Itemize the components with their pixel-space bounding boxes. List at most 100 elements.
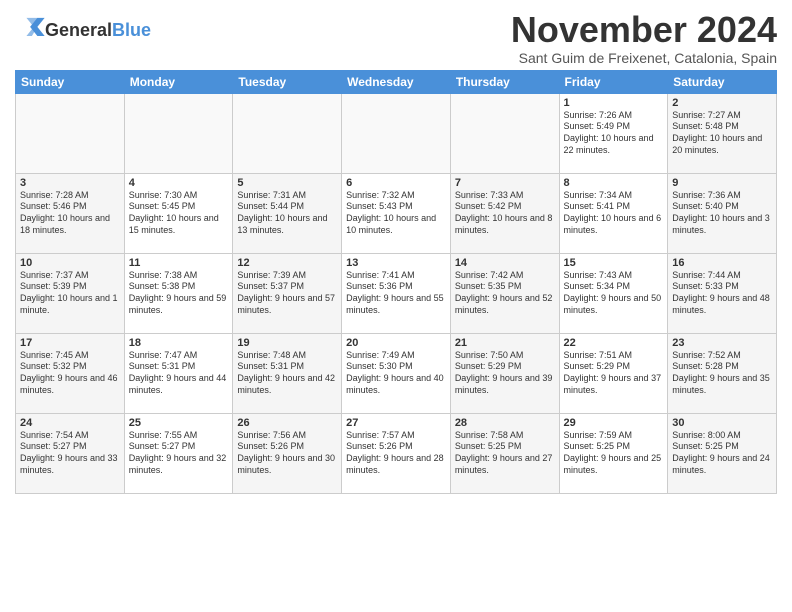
- day-number: 15: [564, 257, 664, 269]
- calendar-week-4: 24Sunrise: 7:54 AM Sunset: 5:27 PM Dayli…: [16, 413, 777, 493]
- day-number: 2: [672, 97, 772, 109]
- day-info: Sunrise: 7:56 AM Sunset: 5:26 PM Dayligh…: [237, 430, 337, 477]
- calendar-cell: 28Sunrise: 7:58 AM Sunset: 5:25 PM Dayli…: [450, 413, 559, 493]
- day-info: Sunrise: 7:30 AM Sunset: 5:45 PM Dayligh…: [129, 190, 229, 237]
- day-info: Sunrise: 7:47 AM Sunset: 5:31 PM Dayligh…: [129, 350, 229, 397]
- calendar-cell: 30Sunrise: 8:00 AM Sunset: 5:25 PM Dayli…: [668, 413, 777, 493]
- calendar-cell: 24Sunrise: 7:54 AM Sunset: 5:27 PM Dayli…: [16, 413, 125, 493]
- logo-icon: [17, 16, 45, 36]
- day-number: 4: [129, 177, 229, 189]
- day-info: Sunrise: 7:36 AM Sunset: 5:40 PM Dayligh…: [672, 190, 772, 237]
- day-number: 22: [564, 337, 664, 349]
- day-info: Sunrise: 7:37 AM Sunset: 5:39 PM Dayligh…: [20, 270, 120, 317]
- day-info: Sunrise: 7:50 AM Sunset: 5:29 PM Dayligh…: [455, 350, 555, 397]
- day-info: Sunrise: 7:43 AM Sunset: 5:34 PM Dayligh…: [564, 270, 664, 317]
- day-info: Sunrise: 7:51 AM Sunset: 5:29 PM Dayligh…: [564, 350, 664, 397]
- calendar-cell: [450, 93, 559, 173]
- calendar-cell: 21Sunrise: 7:50 AM Sunset: 5:29 PM Dayli…: [450, 333, 559, 413]
- day-info: Sunrise: 8:00 AM Sunset: 5:25 PM Dayligh…: [672, 430, 772, 477]
- day-number: 11: [129, 257, 229, 269]
- day-number: 30: [672, 417, 772, 429]
- calendar-cell: 9Sunrise: 7:36 AM Sunset: 5:40 PM Daylig…: [668, 173, 777, 253]
- calendar-header-row: SundayMondayTuesdayWednesdayThursdayFrid…: [16, 70, 777, 93]
- day-info: Sunrise: 7:28 AM Sunset: 5:46 PM Dayligh…: [20, 190, 120, 237]
- day-number: 13: [346, 257, 446, 269]
- day-info: Sunrise: 7:27 AM Sunset: 5:48 PM Dayligh…: [672, 110, 772, 157]
- header-sunday: Sunday: [16, 70, 125, 93]
- day-info: Sunrise: 7:26 AM Sunset: 5:49 PM Dayligh…: [564, 110, 664, 157]
- day-number: 9: [672, 177, 772, 189]
- day-number: 18: [129, 337, 229, 349]
- calendar-cell: 4Sunrise: 7:30 AM Sunset: 5:45 PM Daylig…: [124, 173, 233, 253]
- day-number: 28: [455, 417, 555, 429]
- day-number: 16: [672, 257, 772, 269]
- day-number: 26: [237, 417, 337, 429]
- day-number: 1: [564, 97, 664, 109]
- header-monday: Monday: [124, 70, 233, 93]
- day-number: 21: [455, 337, 555, 349]
- day-number: 12: [237, 257, 337, 269]
- calendar-cell: 16Sunrise: 7:44 AM Sunset: 5:33 PM Dayli…: [668, 253, 777, 333]
- calendar-cell: 22Sunrise: 7:51 AM Sunset: 5:29 PM Dayli…: [559, 333, 668, 413]
- calendar-cell: 26Sunrise: 7:56 AM Sunset: 5:26 PM Dayli…: [233, 413, 342, 493]
- day-number: 25: [129, 417, 229, 429]
- header-friday: Friday: [559, 70, 668, 93]
- calendar-cell: 20Sunrise: 7:49 AM Sunset: 5:30 PM Dayli…: [342, 333, 451, 413]
- month-title: November 2024: [511, 10, 777, 50]
- day-number: 3: [20, 177, 120, 189]
- day-info: Sunrise: 7:31 AM Sunset: 5:44 PM Dayligh…: [237, 190, 337, 237]
- title-area: November 2024 Sant Guim de Freixenet, Ca…: [511, 10, 777, 66]
- calendar-cell: 7Sunrise: 7:33 AM Sunset: 5:42 PM Daylig…: [450, 173, 559, 253]
- calendar-cell: 17Sunrise: 7:45 AM Sunset: 5:32 PM Dayli…: [16, 333, 125, 413]
- calendar-cell: 19Sunrise: 7:48 AM Sunset: 5:31 PM Dayli…: [233, 333, 342, 413]
- day-info: Sunrise: 7:39 AM Sunset: 5:37 PM Dayligh…: [237, 270, 337, 317]
- calendar-week-2: 10Sunrise: 7:37 AM Sunset: 5:39 PM Dayli…: [16, 253, 777, 333]
- calendar-cell: 13Sunrise: 7:41 AM Sunset: 5:36 PM Dayli…: [342, 253, 451, 333]
- day-info: Sunrise: 7:44 AM Sunset: 5:33 PM Dayligh…: [672, 270, 772, 317]
- header: GeneralBlue November 2024 Sant Guim de F…: [15, 10, 777, 66]
- location-title: Sant Guim de Freixenet, Catalonia, Spain: [511, 50, 777, 66]
- calendar-week-1: 3Sunrise: 7:28 AM Sunset: 5:46 PM Daylig…: [16, 173, 777, 253]
- calendar-cell: 18Sunrise: 7:47 AM Sunset: 5:31 PM Dayli…: [124, 333, 233, 413]
- calendar-week-3: 17Sunrise: 7:45 AM Sunset: 5:32 PM Dayli…: [16, 333, 777, 413]
- calendar-cell: 6Sunrise: 7:32 AM Sunset: 5:43 PM Daylig…: [342, 173, 451, 253]
- calendar-cell: 27Sunrise: 7:57 AM Sunset: 5:26 PM Dayli…: [342, 413, 451, 493]
- day-number: 14: [455, 257, 555, 269]
- calendar-cell: [16, 93, 125, 173]
- day-number: 29: [564, 417, 664, 429]
- header-tuesday: Tuesday: [233, 70, 342, 93]
- calendar-cell: 29Sunrise: 7:59 AM Sunset: 5:25 PM Dayli…: [559, 413, 668, 493]
- calendar-table: SundayMondayTuesdayWednesdayThursdayFrid…: [15, 70, 777, 494]
- day-info: Sunrise: 7:54 AM Sunset: 5:27 PM Dayligh…: [20, 430, 120, 477]
- day-number: 8: [564, 177, 664, 189]
- day-info: Sunrise: 7:33 AM Sunset: 5:42 PM Dayligh…: [455, 190, 555, 237]
- day-info: Sunrise: 7:41 AM Sunset: 5:36 PM Dayligh…: [346, 270, 446, 317]
- day-number: 5: [237, 177, 337, 189]
- day-number: 24: [20, 417, 120, 429]
- logo-blue-text: Blue: [112, 20, 151, 41]
- day-info: Sunrise: 7:42 AM Sunset: 5:35 PM Dayligh…: [455, 270, 555, 317]
- day-number: 10: [20, 257, 120, 269]
- day-info: Sunrise: 7:38 AM Sunset: 5:38 PM Dayligh…: [129, 270, 229, 317]
- day-info: Sunrise: 7:52 AM Sunset: 5:28 PM Dayligh…: [672, 350, 772, 397]
- day-info: Sunrise: 7:58 AM Sunset: 5:25 PM Dayligh…: [455, 430, 555, 477]
- calendar-cell: 11Sunrise: 7:38 AM Sunset: 5:38 PM Dayli…: [124, 253, 233, 333]
- logo: GeneralBlue: [15, 16, 151, 41]
- logo-general-text: General: [45, 20, 112, 41]
- day-number: 19: [237, 337, 337, 349]
- day-number: 23: [672, 337, 772, 349]
- day-info: Sunrise: 7:48 AM Sunset: 5:31 PM Dayligh…: [237, 350, 337, 397]
- calendar-cell: 2Sunrise: 7:27 AM Sunset: 5:48 PM Daylig…: [668, 93, 777, 173]
- day-info: Sunrise: 7:34 AM Sunset: 5:41 PM Dayligh…: [564, 190, 664, 237]
- calendar-cell: 15Sunrise: 7:43 AM Sunset: 5:34 PM Dayli…: [559, 253, 668, 333]
- calendar-cell: 12Sunrise: 7:39 AM Sunset: 5:37 PM Dayli…: [233, 253, 342, 333]
- calendar-cell: [124, 93, 233, 173]
- calendar-cell: 14Sunrise: 7:42 AM Sunset: 5:35 PM Dayli…: [450, 253, 559, 333]
- calendar-cell: [342, 93, 451, 173]
- day-info: Sunrise: 7:32 AM Sunset: 5:43 PM Dayligh…: [346, 190, 446, 237]
- day-number: 27: [346, 417, 446, 429]
- day-info: Sunrise: 7:59 AM Sunset: 5:25 PM Dayligh…: [564, 430, 664, 477]
- day-info: Sunrise: 7:49 AM Sunset: 5:30 PM Dayligh…: [346, 350, 446, 397]
- calendar-cell: 8Sunrise: 7:34 AM Sunset: 5:41 PM Daylig…: [559, 173, 668, 253]
- day-number: 6: [346, 177, 446, 189]
